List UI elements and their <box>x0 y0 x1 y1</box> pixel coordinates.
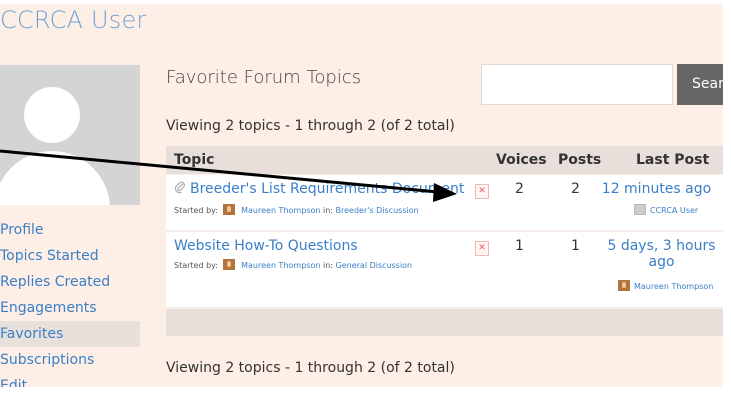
started-by-label: Started by: <box>174 206 219 215</box>
topic-meta: Started by: Maureen Thompson in: Breeder… <box>174 204 419 215</box>
last-post-time-link[interactable]: 12 minutes ago <box>590 181 723 197</box>
bottom-edge <box>0 387 731 395</box>
nav-item-engagements[interactable]: Engagements <box>0 295 140 321</box>
in-label: in: <box>322 206 333 215</box>
search-input[interactable] <box>481 64 673 105</box>
author-link[interactable]: Maureen Thompson <box>241 206 320 215</box>
last-post-user-name: Maureen Thompson <box>634 282 714 291</box>
table-row: Website How-To Questions Started by: Mau… <box>166 232 723 308</box>
avatar-body-shape <box>0 151 110 205</box>
voices-count: 1 <box>515 238 524 254</box>
header-topic: Topic <box>174 152 215 168</box>
favorite-topics-table: Topic Voices Posts Last Post Breeder's L… <box>166 146 723 336</box>
posts-count: 2 <box>571 181 580 197</box>
header-last-post: Last Post <box>636 152 710 168</box>
table-footer <box>166 309 723 336</box>
author-link[interactable]: Maureen Thompson <box>241 261 320 270</box>
paperclip-icon <box>174 181 185 194</box>
forum-link[interactable]: General Discussion <box>336 261 413 270</box>
site-title[interactable]: CCRCA User <box>0 6 147 34</box>
page-title: Favorite Forum Topics <box>166 67 362 88</box>
header-posts: Posts <box>558 152 602 168</box>
pagination-count-bottom: Viewing 2 topics - 1 through 2 (of 2 tot… <box>166 360 455 376</box>
author-avatar[interactable] <box>222 259 235 270</box>
user-avatar-placeholder <box>634 204 646 215</box>
last-post-author[interactable]: CCRCA User <box>634 204 698 215</box>
nav-item-favorites[interactable]: Favorites <box>0 321 140 347</box>
topic-title: Breeder's List Requirements Document <box>190 181 465 197</box>
last-post-author[interactable]: Maureen Thompson <box>616 280 713 291</box>
voices-count: 2 <box>515 181 524 197</box>
nav-item-topics-started[interactable]: Topics Started <box>0 243 140 269</box>
pagination-count-top: Viewing 2 topics - 1 through 2 (of 2 tot… <box>166 118 455 134</box>
top-edge <box>0 0 731 4</box>
profile-nav: Profile Topics Started Replies Created E… <box>0 217 140 395</box>
nav-item-replies-created[interactable]: Replies Created <box>0 269 140 295</box>
forum-link[interactable]: Breeder's Discussion <box>336 206 419 215</box>
user-avatar <box>618 280 630 291</box>
last-post-user-name: CCRCA User <box>650 206 699 215</box>
last-post-time-link[interactable]: 5 days, 3 hours ago <box>600 238 723 270</box>
in-label: in: <box>322 261 333 270</box>
author-avatar[interactable] <box>222 204 235 215</box>
header-voices: Voices <box>496 152 547 168</box>
nav-item-subscriptions[interactable]: Subscriptions <box>0 347 140 373</box>
table-header: Topic Voices Posts Last Post <box>166 146 723 174</box>
topic-meta: Started by: Maureen Thompson in: General… <box>174 259 412 270</box>
topic-title: Website How-To Questions <box>174 238 358 254</box>
topic-link[interactable]: Breeder's List Requirements Document <box>174 181 464 197</box>
nav-item-profile[interactable]: Profile <box>0 217 140 243</box>
topic-link[interactable]: Website How-To Questions <box>174 238 358 254</box>
search-button[interactable]: Search <box>677 64 723 105</box>
avatar-head-shape <box>24 87 80 143</box>
table-row: Breeder's List Requirements Document Sta… <box>166 175 723 231</box>
started-by-label: Started by: <box>174 261 219 270</box>
remove-favorite-x-icon[interactable]: ✕ <box>475 241 489 256</box>
profile-avatar[interactable] <box>0 65 140 205</box>
right-edge <box>723 0 731 395</box>
posts-count: 1 <box>571 238 580 254</box>
remove-favorite-x-icon[interactable]: ✕ <box>475 184 489 199</box>
